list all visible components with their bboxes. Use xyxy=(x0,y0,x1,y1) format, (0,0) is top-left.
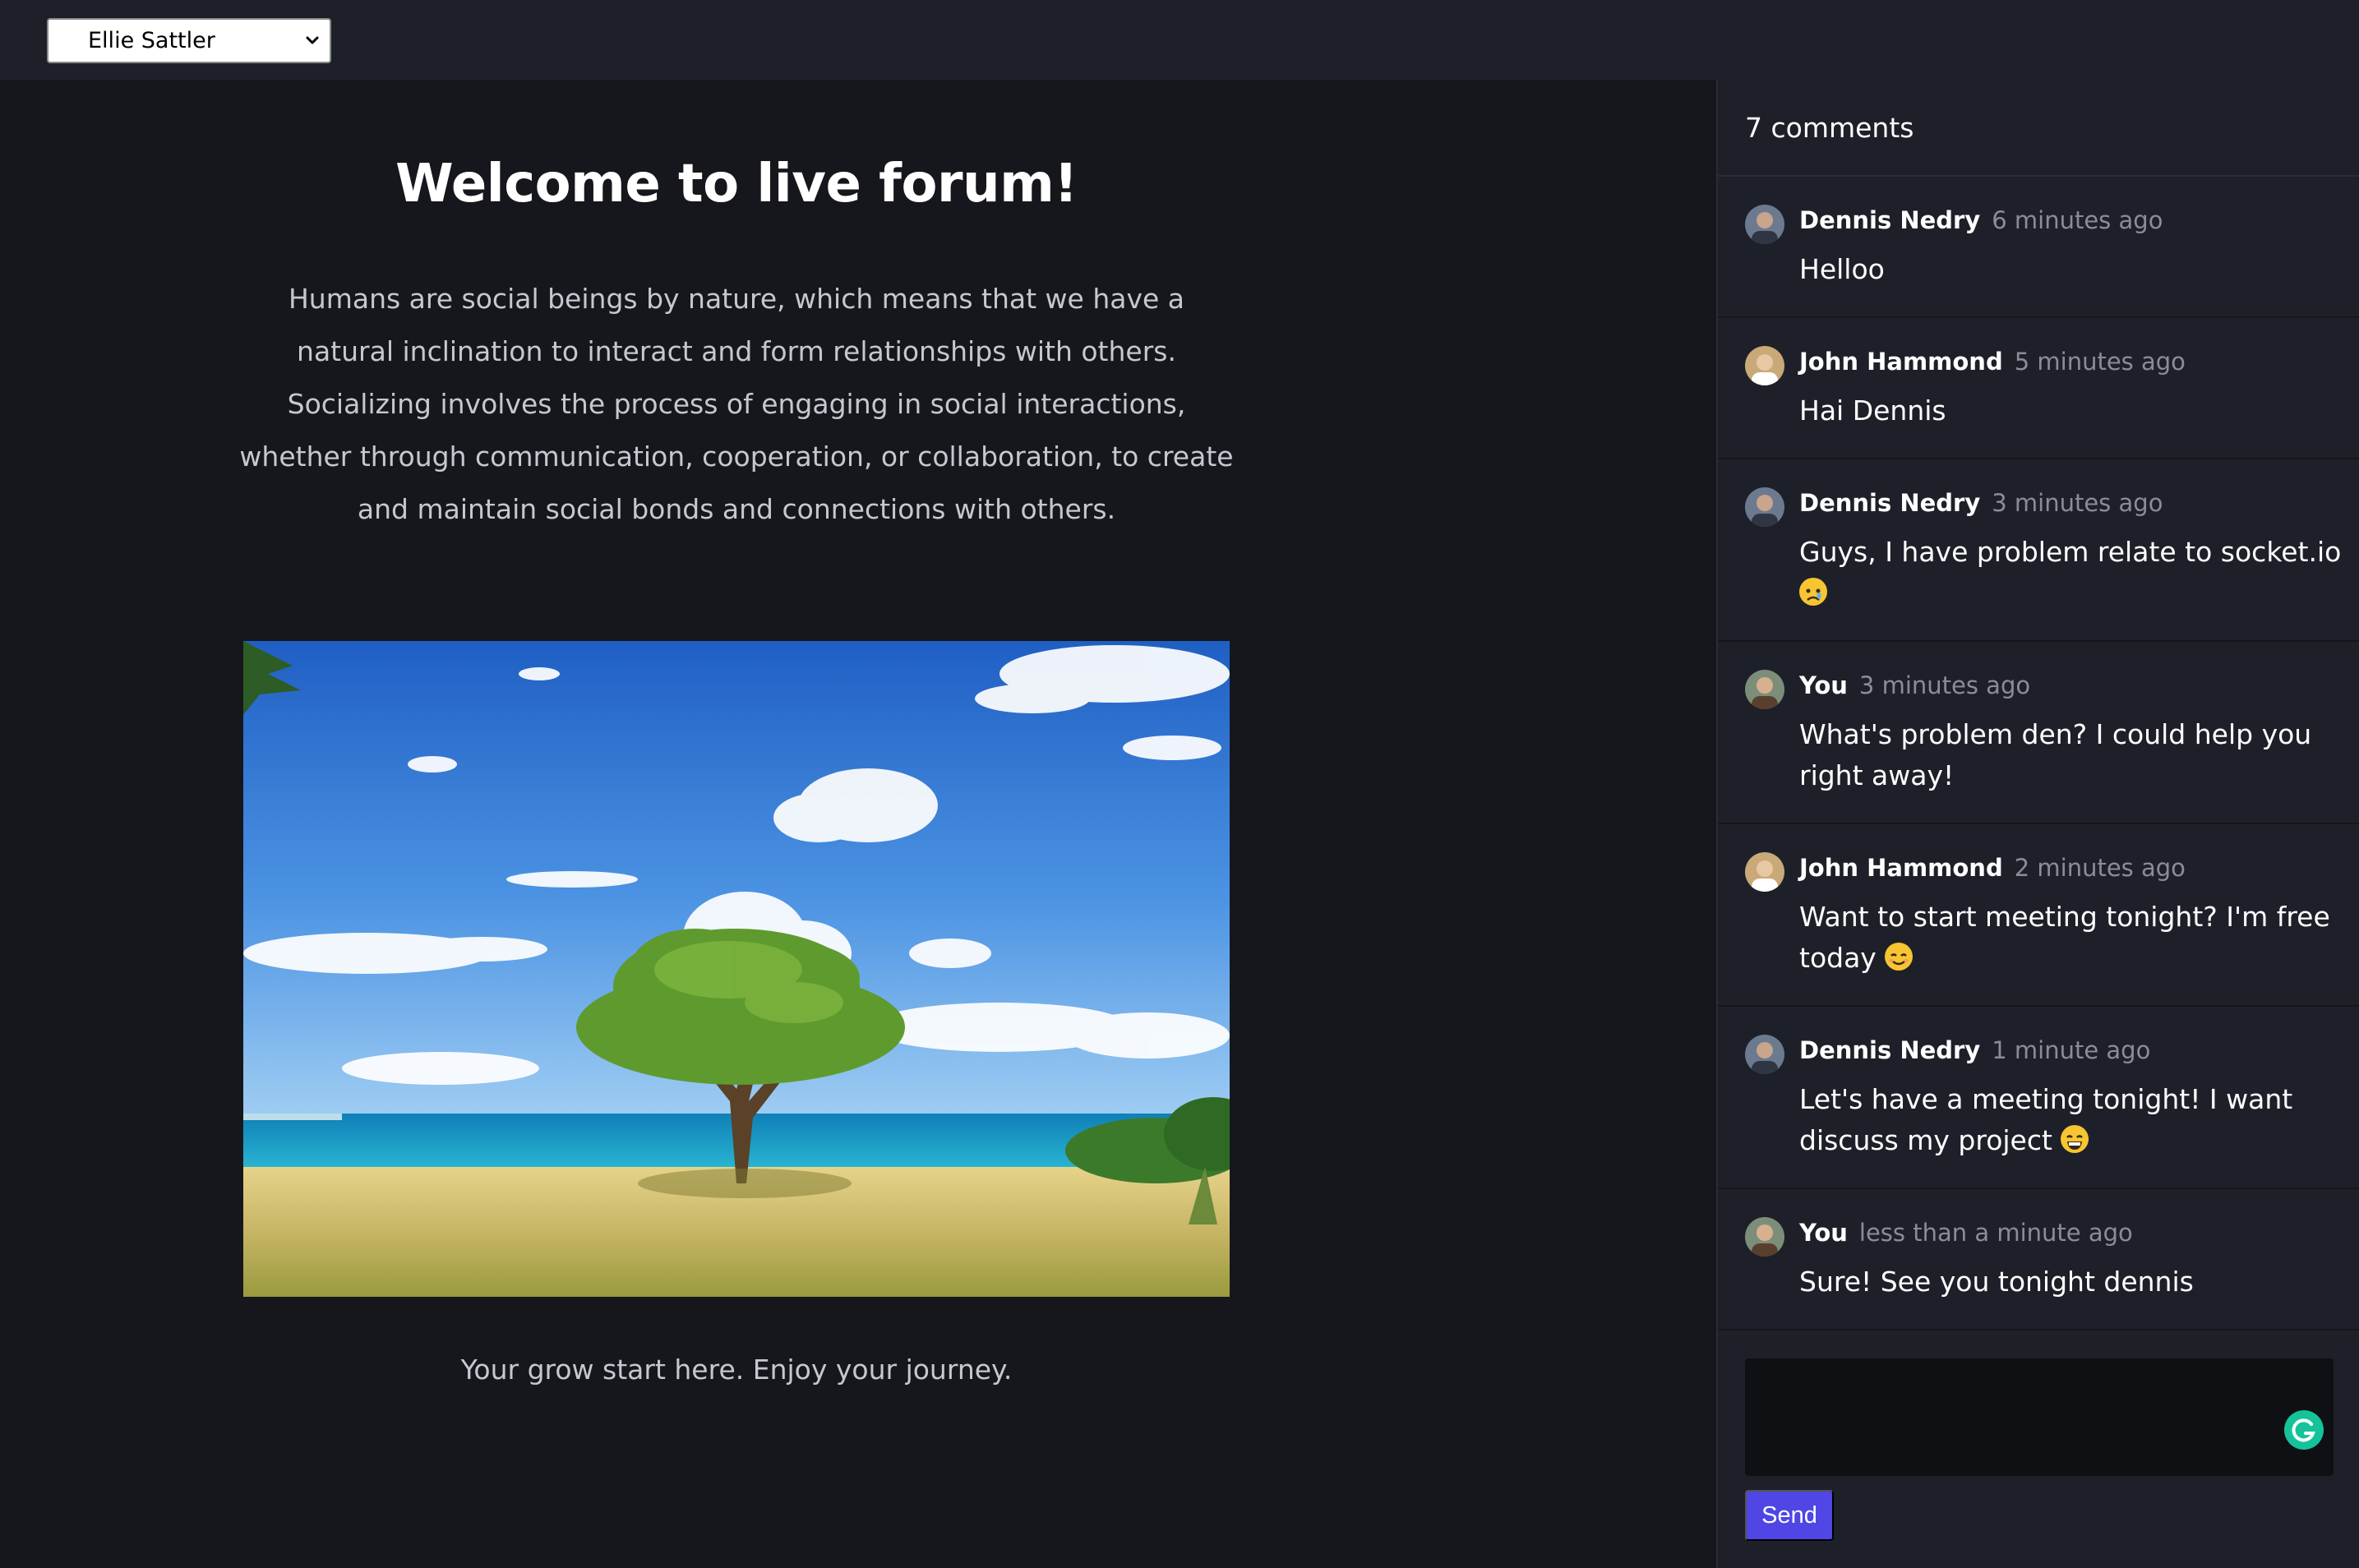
user-select[interactable]: Ellie Sattler xyxy=(47,18,331,63)
main-content: Welcome to live forum! Humans are social… xyxy=(0,80,1716,1568)
comment-author: You xyxy=(1799,671,1848,699)
comments-panel: 7 comments Dennis Nedry 6 minutes ago Hel… xyxy=(1716,80,2359,1568)
page-title: Welcome to live forum! xyxy=(395,154,1078,214)
hero-image xyxy=(243,641,1230,1297)
avatar xyxy=(1745,487,1784,527)
comments-count: 7 comments xyxy=(1718,80,2359,177)
smiling-face-emoji-icon xyxy=(1885,943,1914,971)
comment-author: Dennis Nedry xyxy=(1799,489,1981,517)
comment-item: You less than a minute ago Sure! See you … xyxy=(1718,1189,2359,1330)
comment-time: 2 minutes ago xyxy=(2014,854,2186,882)
comment-item: Dennis Nedry 1 minute ago Let's have a me… xyxy=(1718,1007,2359,1189)
avatar xyxy=(1745,670,1784,709)
comment-text: Want to start meeting tonight? I'm free … xyxy=(1799,901,2330,974)
comment-item: John Hammond 2 minutes ago Want to start … xyxy=(1718,824,2359,1007)
user-select-value: Ellie Sattler xyxy=(88,28,215,53)
comment-item: John Hammond 5 minutes ago Hai Dennis xyxy=(1718,318,2359,459)
comment-author: Dennis Nedry xyxy=(1799,206,1981,234)
comment-input[interactable] xyxy=(1745,1358,2334,1476)
comment-author: You xyxy=(1799,1219,1848,1247)
chevron-down-icon xyxy=(306,36,319,44)
grammarly-icon[interactable] xyxy=(2284,1410,2324,1450)
comment-author: Dennis Nedry xyxy=(1799,1036,1981,1064)
comment-time: 3 minutes ago xyxy=(1992,489,2163,517)
avatar xyxy=(1745,1217,1784,1257)
comment-time: 5 minutes ago xyxy=(2014,348,2186,376)
comment-time: 1 minute ago xyxy=(1992,1036,2151,1064)
comment-item: Dennis Nedry 3 minutes ago Guys, I have p… xyxy=(1718,459,2359,642)
comment-item: You 3 minutes ago What's problem den? I c… xyxy=(1718,642,2359,824)
avatar xyxy=(1745,346,1784,385)
comment-text: Guys, I have problem relate to socket.io xyxy=(1799,536,2342,568)
comment-item: Dennis Nedry 6 minutes ago Helloo xyxy=(1718,177,2359,318)
comment-text: Sure! See you tonight dennis xyxy=(1799,1266,2194,1298)
comment-text: Hai Dennis xyxy=(1799,394,1946,427)
comment-author: John Hammond xyxy=(1799,348,2003,376)
comment-text: Let's have a meeting tonight! I want dis… xyxy=(1799,1083,2293,1156)
tagline: Your grow start here. Enjoy your journey… xyxy=(460,1354,1013,1386)
comment-author: John Hammond xyxy=(1799,854,2003,882)
comment-time: 3 minutes ago xyxy=(1858,671,2031,699)
top-bar: Ellie Sattler xyxy=(0,0,2359,80)
grinning-face-emoji-icon xyxy=(2061,1125,2089,1153)
intro-paragraph: Humans are social beings by nature, whic… xyxy=(239,283,1234,525)
avatar xyxy=(1745,852,1784,892)
comment-time: 6 minutes ago xyxy=(1992,206,2163,234)
send-button[interactable]: Send xyxy=(1745,1490,1834,1541)
comment-time: less than a minute ago xyxy=(1858,1219,2133,1247)
sad-face-emoji-icon xyxy=(1799,578,1827,606)
avatar xyxy=(1745,1035,1784,1074)
comment-text: What's problem den? I could help you rig… xyxy=(1799,718,2312,791)
comment-text: Helloo xyxy=(1799,253,1885,285)
avatar xyxy=(1745,205,1784,244)
